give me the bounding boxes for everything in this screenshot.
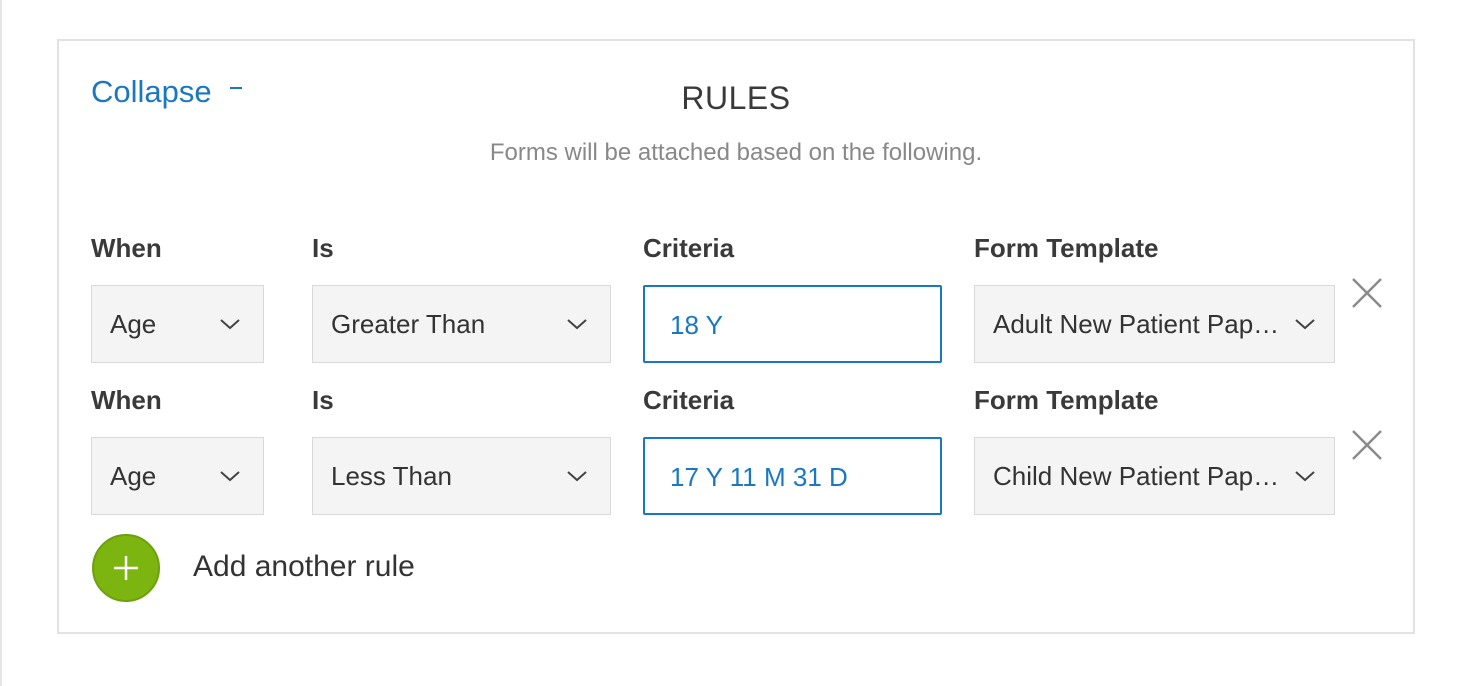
chevron-down-icon: [1295, 319, 1315, 330]
rule-1-template-value: Adult New Patient Pap…: [993, 308, 1280, 339]
rule-1-is-label: Is: [312, 233, 334, 263]
rule-2-is-value: Less Than: [331, 460, 452, 491]
chevron-down-icon: [1295, 471, 1315, 482]
rule-1-when-value: Age: [110, 308, 157, 339]
rule-1-template-label: Form Template: [974, 233, 1159, 263]
rule-2-template-select[interactable]: Child New Patient Pap…: [974, 437, 1335, 515]
close-icon[interactable]: [1350, 276, 1384, 310]
chevron-down-icon: [567, 471, 587, 482]
close-icon[interactable]: [1350, 428, 1384, 462]
rule-1-criteria-value: 18 Y: [670, 309, 724, 340]
page-title: RULES: [681, 80, 791, 116]
rule-1-is-select[interactable]: Greater Than: [312, 285, 611, 363]
rule-2-when-value: Age: [110, 460, 157, 491]
chevron-down-icon: [220, 471, 240, 482]
rule-1-criteria-input[interactable]: 18 Y: [643, 285, 942, 363]
chevron-down-icon: [220, 319, 240, 330]
rule-2-criteria-value: 17 Y 11 M 31 D: [670, 461, 848, 492]
rule-2-criteria-input[interactable]: 17 Y 11 M 31 D: [643, 437, 942, 515]
rule-2-template-label: Form Template: [974, 385, 1159, 415]
plus-icon: [114, 556, 138, 580]
rule-2-when-select[interactable]: Age: [91, 437, 264, 515]
rule-2-criteria-label: Criteria: [643, 385, 735, 415]
rule-2-is-label: Is: [312, 385, 334, 415]
rule-1-criteria-label: Criteria: [643, 233, 735, 263]
rule-1-template-select[interactable]: Adult New Patient Pap…: [974, 285, 1335, 363]
page-subtitle: Forms will be attached based on the foll…: [489, 139, 983, 166]
add-rule-label[interactable]: Add another rule: [193, 550, 415, 584]
rule-2-when-label: When: [91, 385, 162, 415]
chevron-down-icon: [567, 319, 587, 330]
rule-2-template-value: Child New Patient Pap…: [993, 460, 1280, 491]
rule-1-is-value: Greater Than: [331, 308, 486, 339]
rule-2-is-select[interactable]: Less Than: [312, 437, 611, 515]
add-rule-button[interactable]: [92, 534, 160, 602]
rule-1-when-label: When: [91, 233, 162, 263]
rule-1-when-select[interactable]: Age: [91, 285, 264, 363]
